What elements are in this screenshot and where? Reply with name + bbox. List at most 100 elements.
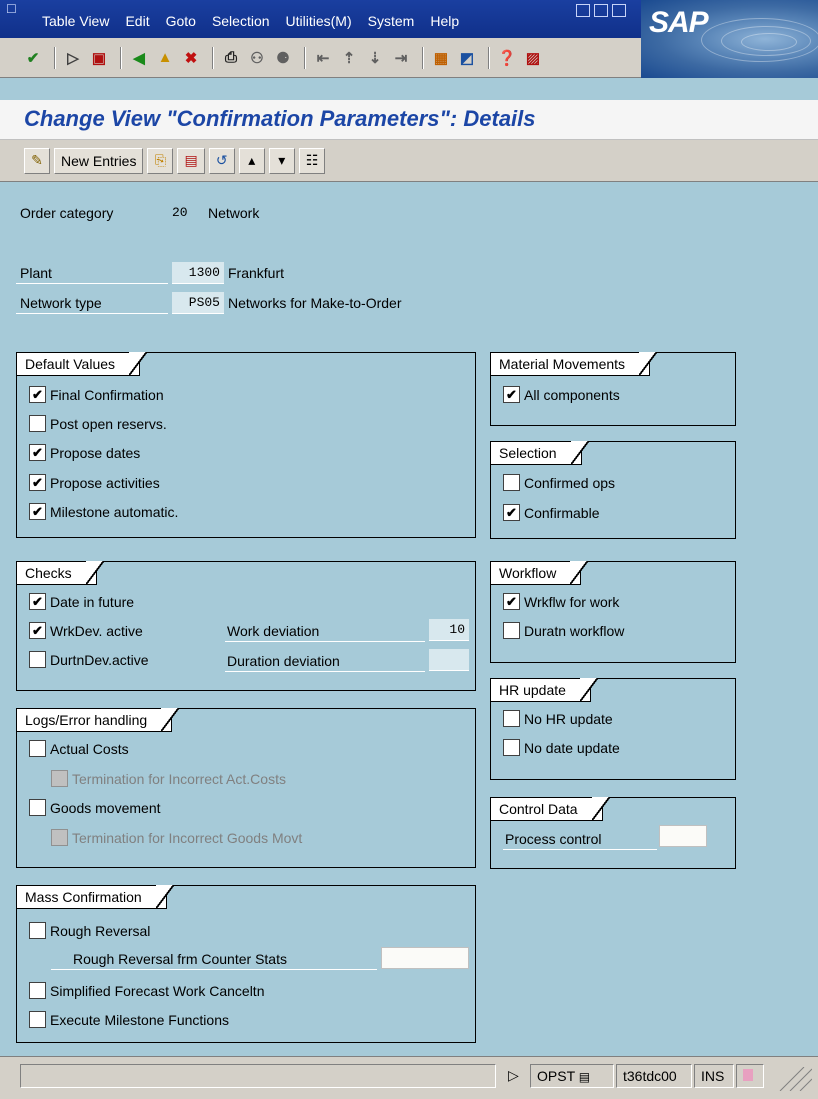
workflow-title: Workflow [490, 561, 589, 585]
status-insert-mode[interactable]: INS [694, 1064, 734, 1088]
network-type-field[interactable]: PS05 [172, 292, 224, 314]
checkbox-label: No date update [524, 739, 620, 756]
checkbox-checked-icon: ✔ [29, 474, 46, 491]
checkbox-label: All components [524, 386, 620, 403]
post-open-reservs-checkbox[interactable]: Post open reservs. [29, 415, 167, 432]
hr-update-title: HR update [490, 678, 598, 702]
last-page-icon[interactable]: ⇥ [390, 47, 412, 69]
network-type-label: Network type [20, 295, 102, 311]
rough-reversal-counter-field[interactable] [381, 947, 469, 969]
simplified-forecast-checkbox[interactable]: Simplified Forecast Work Canceltn [29, 982, 264, 999]
system-menu-icon[interactable]: ☐ [6, 2, 17, 16]
exit-icon[interactable]: ▲ [154, 47, 176, 69]
menu-help[interactable]: Help [430, 13, 459, 29]
no-hr-update-checkbox[interactable]: No HR update [503, 710, 613, 727]
menu-edit[interactable]: Edit [125, 13, 149, 29]
durtndev-active-checkbox[interactable]: DurtnDev.active [29, 651, 149, 668]
sap-logo-panel: SAP [641, 0, 818, 78]
cancel-icon[interactable]: ✖ [180, 47, 202, 69]
command-field-icon[interactable]: ▷ [62, 47, 84, 69]
selection-title: Selection [490, 441, 589, 465]
resize-grip-icon[interactable] [766, 1064, 813, 1092]
termination-costs-checkbox[interactable]: Termination for Incorrect Act.Costs [51, 770, 286, 787]
wrkdev-active-checkbox[interactable]: ✔ WrkDev. active [29, 622, 143, 639]
goods-movement-checkbox[interactable]: Goods movement [29, 799, 161, 816]
maximize-icon[interactable] [594, 4, 608, 17]
find-next-icon[interactable]: ⚈ [272, 47, 294, 69]
menu-utilities[interactable]: Utilities(M) [286, 13, 352, 29]
date-in-future-checkbox[interactable]: ✔ Date in future [29, 593, 134, 610]
propose-dates-checkbox[interactable]: ✔ Propose dates [29, 444, 140, 461]
confirmable-checkbox[interactable]: ✔ Confirmable [503, 504, 599, 521]
menu-system[interactable]: System [368, 13, 415, 29]
final-confirmation-checkbox[interactable]: ✔ Final Confirmation [29, 386, 164, 403]
propose-activities-checkbox[interactable]: ✔ Propose activities [29, 474, 160, 491]
find-icon[interactable]: ⚇ [246, 47, 268, 69]
back-icon[interactable]: ◀ [128, 47, 150, 69]
all-components-checkbox[interactable]: ✔ All components [503, 386, 620, 403]
status-transaction[interactable]: OPST ▤ [530, 1064, 614, 1088]
checks-group: Checks ✔ Date in future ✔ WrkDev. active D… [16, 561, 476, 691]
enter-icon[interactable]: ✔ [22, 47, 44, 69]
first-page-icon[interactable]: ⇤ [312, 47, 334, 69]
undo-change-button[interactable]: ↺ [208, 147, 235, 174]
termination-goods-checkbox[interactable]: Termination for Incorrect Goods Movt [51, 829, 302, 846]
mass-confirmation-title: Mass Confirmation [16, 885, 174, 909]
duratn-workflow-checkbox[interactable]: Duratn workflow [503, 622, 624, 639]
actual-costs-checkbox[interactable]: Actual Costs [29, 740, 129, 757]
shortcut-icon[interactable]: ◩ [456, 47, 478, 69]
next-page-icon[interactable]: ⇣ [364, 47, 386, 69]
menu-table-view[interactable]: Table View [42, 13, 109, 29]
session-list-icon: ▤ [578, 1070, 591, 1084]
milestone-automatic-checkbox[interactable]: ✔ Milestone automatic. [29, 503, 178, 520]
checkbox-empty-icon [29, 415, 46, 432]
previous-page-icon[interactable]: ⇡ [338, 47, 360, 69]
create-session-icon[interactable]: ▦ [430, 47, 452, 69]
select-all-icon: ☷ [305, 152, 319, 168]
menu-goto[interactable]: Goto [166, 13, 196, 29]
select-all-button[interactable]: ☷ [298, 147, 326, 174]
checkbox-empty-icon [29, 740, 46, 757]
process-control-field[interactable] [659, 825, 707, 847]
menu-selection[interactable]: Selection [212, 13, 270, 29]
plant-text: Frankfurt [228, 265, 285, 281]
work-deviation-field[interactable]: 10 [429, 619, 469, 641]
page-title: Change View "Confirmation Parameters": D… [24, 106, 536, 131]
no-date-update-checkbox[interactable]: No date update [503, 739, 620, 756]
checkbox-label: Execute Milestone Functions [50, 1011, 229, 1028]
control-data-group: Control Data Process control [490, 797, 736, 869]
plant-label: Plant [20, 265, 52, 281]
print-icon[interactable]: ⎙ [220, 47, 242, 69]
checkbox-label: Confirmed ops [524, 474, 616, 491]
sap-logo: SAP [649, 6, 709, 39]
next-entry-button[interactable]: ▾ [268, 147, 295, 174]
close-icon[interactable] [612, 4, 626, 17]
help-icon[interactable]: ❓ [496, 47, 518, 69]
duration-deviation-field[interactable] [429, 649, 469, 671]
logs-error-handling-group: Logs/Error handling Actual Costs Termina… [16, 708, 476, 868]
checkbox-checked-icon: ✔ [29, 593, 46, 610]
execute-milestone-checkbox[interactable]: Execute Milestone Functions [29, 1011, 229, 1028]
copy-icon: ⎘ [154, 152, 167, 168]
checkbox-checked-icon: ✔ [503, 504, 520, 521]
checkbox-empty-icon [29, 799, 46, 816]
display-change-button[interactable]: ✎ [24, 147, 50, 174]
wrkflw-for-work-checkbox[interactable]: ✔ Wrkflw for work [503, 593, 619, 610]
status-expand-icon[interactable]: ▷ [504, 1064, 528, 1088]
copy-as-button[interactable]: ⎘ [147, 147, 174, 174]
menu-items: Table View Edit Goto Selection Utilities… [42, 13, 475, 29]
delete-button[interactable]: ▤ [177, 147, 205, 174]
confirmed-ops-checkbox[interactable]: Confirmed ops [503, 474, 615, 491]
application-toolbar: ✎ New Entries ⎘ ▤ ↺ ▴ ▾ ☷ [0, 140, 818, 182]
rough-reversal-checkbox[interactable]: Rough Reversal [29, 922, 150, 939]
previous-entry-icon: ▴ [248, 152, 256, 168]
save-icon[interactable]: ▣ [88, 47, 110, 69]
checkbox-empty-icon [503, 622, 520, 639]
toolbar-separator [212, 46, 214, 69]
previous-entry-button[interactable]: ▴ [238, 147, 265, 174]
minimize-icon[interactable] [576, 4, 590, 17]
layout-menu-icon[interactable]: ▨ [522, 47, 544, 69]
plant-field[interactable]: 1300 [172, 262, 224, 284]
new-entries-button[interactable]: New Entries [54, 147, 144, 174]
default-values-title: Default Values [16, 352, 148, 376]
